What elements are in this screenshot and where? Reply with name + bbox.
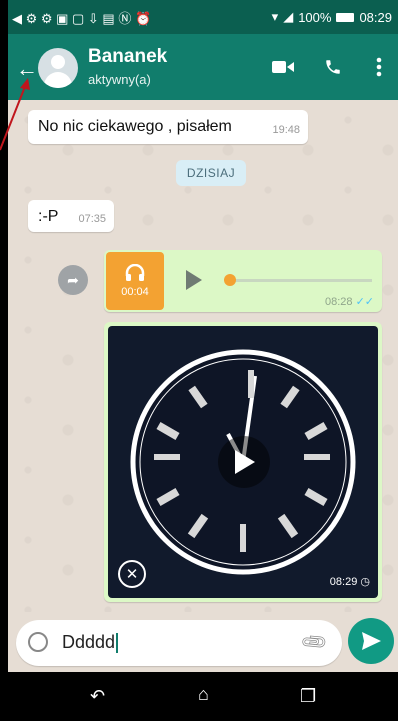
attach-clip-icon[interactable]: 📎︎: [299, 627, 330, 658]
wifi-icon: ▾: [271, 9, 279, 24]
more-options-icon[interactable]: [366, 54, 392, 80]
back-arrow-icon[interactable]: ←: [16, 56, 38, 82]
android-nav-bar: ↶ ⌂ ❐: [8, 672, 398, 721]
audio-thumbnail: 00:04: [106, 252, 164, 310]
message-text: No nic ciekawego , pisałem: [38, 118, 232, 135]
phone-screen: ◀ ⚙ ⚙ ▣ ▢ ⇩ ▤ Ⓝ ⏰ ▾ ◢ 100% 08:29 ← Banan…: [8, 0, 398, 721]
contact-status: aktywny(a): [88, 72, 151, 87]
video-thumbnail[interactable]: ✕ 08:29 ◷: [108, 326, 378, 598]
contact-name[interactable]: Bananek: [88, 46, 167, 68]
recents-nav-icon[interactable]: ❐: [300, 686, 316, 707]
text-caret: [116, 633, 119, 654]
chat-header: ← Bananek aktywny(a): [8, 34, 398, 100]
phone-call-icon[interactable]: [320, 54, 346, 80]
emoji-icon[interactable]: [28, 632, 48, 652]
pending-clock-icon: ◷: [360, 576, 370, 588]
message-time: 08:29: [329, 576, 358, 588]
day-divider: DZISIAJ: [176, 160, 246, 186]
headphones-icon: [125, 264, 145, 281]
message-input[interactable]: Ddddd 📎︎: [16, 620, 342, 666]
cancel-icon[interactable]: ✕: [118, 560, 146, 588]
send-button[interactable]: [348, 618, 394, 664]
forward-icon[interactable]: ➦: [58, 265, 88, 295]
video-call-icon[interactable]: [270, 54, 296, 80]
audio-duration: 00:04: [121, 286, 149, 298]
send-icon: [362, 632, 381, 650]
status-bar: ◀ ⚙ ⚙ ▣ ▢ ⇩ ▤ Ⓝ ⏰ ▾ ◢ 100% 08:29: [8, 0, 398, 34]
avatar[interactable]: [38, 48, 78, 88]
incoming-message[interactable]: No nic ciekawego , pisałem 19:48: [28, 110, 308, 144]
audio-progress-track[interactable]: [232, 279, 372, 282]
message-time: 19:48: [272, 124, 300, 136]
chat-area[interactable]: No nic ciekawego , pisałem 19:48 DZISIAJ…: [8, 100, 398, 612]
battery-icon: [336, 12, 355, 22]
incoming-message[interactable]: :-P 07:35: [28, 200, 114, 232]
home-nav-icon[interactable]: ⌂: [198, 684, 209, 705]
message-time: 08:28: [324, 296, 353, 308]
message-time: 07:35: [78, 213, 106, 225]
audio-progress-knob[interactable]: [224, 274, 236, 286]
back-nav-icon[interactable]: ↶: [90, 686, 105, 707]
video-message[interactable]: ✕ 08:29 ◷: [104, 322, 382, 602]
video-play-button[interactable]: [218, 436, 270, 488]
clock: 08:29: [359, 9, 392, 25]
message-text: :-P: [38, 208, 59, 225]
play-icon[interactable]: [186, 270, 202, 290]
battery-level: 100%: [298, 9, 332, 25]
voice-message[interactable]: 00:04 08:28 ✓✓: [104, 250, 382, 312]
notification-icons: ◀ ⚙ ⚙ ▣ ▢ ⇩ ▤ Ⓝ ⏰: [12, 10, 152, 26]
signal-icon: ◢: [283, 9, 294, 24]
play-icon: [235, 450, 255, 474]
compose-bar: Ddddd 📎︎: [8, 612, 398, 672]
read-ticks-icon: ✓✓: [355, 296, 374, 308]
message-input-value: Ddddd: [62, 632, 116, 652]
